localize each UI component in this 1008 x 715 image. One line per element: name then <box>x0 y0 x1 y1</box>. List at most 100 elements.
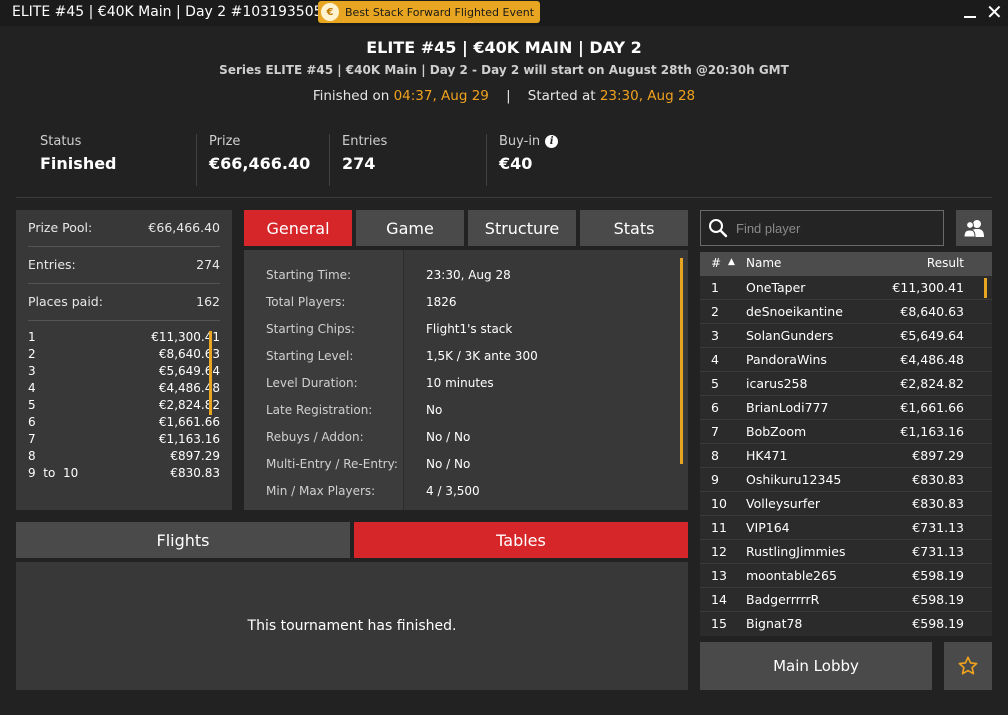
places-paid-value: 162 <box>196 293 220 309</box>
player-name: RustlingJimmies <box>746 544 846 559</box>
prize-pool-label: Prize Pool: <box>28 219 93 235</box>
player-result: €598.19 <box>912 568 964 583</box>
table-row[interactable]: 13 moontable265 €598.19 <box>700 564 992 588</box>
player-result: €731.13 <box>912 544 964 559</box>
table-row[interactable]: 4 PandoraWins €4,486.48 <box>700 348 992 372</box>
table-row[interactable]: 6 BrianLodi777 €1,661.66 <box>700 396 992 420</box>
table-row[interactable]: 15 Bignat78 €598.19 <box>700 612 992 636</box>
table-row[interactable]: 12 RustlingJimmies €731.13 <box>700 540 992 564</box>
player-result: €598.19 <box>912 592 964 607</box>
player-name: BadgerrrrrR <box>746 592 820 607</box>
table-row[interactable]: 3 SolanGunders €5,649.64 <box>700 324 992 348</box>
player-list-scrollbar[interactable] <box>984 278 987 298</box>
users-icon <box>963 220 984 237</box>
tab-general[interactable]: General <box>244 210 352 246</box>
payout-place: 4 <box>28 381 36 395</box>
player-rank: 3 <box>711 328 719 343</box>
coins-icon: € <box>321 3 339 21</box>
minimize-icon[interactable] <box>962 4 978 22</box>
player-name: OneTaper <box>746 280 806 295</box>
column-result[interactable]: Result <box>927 256 964 270</box>
table-row[interactable]: 1 OneTaper €11,300.41 <box>700 276 992 300</box>
player-table-header: # ▲ Name Result <box>700 252 992 276</box>
player-rank: 6 <box>711 400 719 415</box>
search-icon <box>709 219 728 238</box>
player-name: Oshikuru12345 <box>746 472 842 487</box>
divider <box>28 246 220 247</box>
player-name: HK471 <box>746 448 788 463</box>
player-rank: 13 <box>711 568 727 583</box>
info-icon[interactable]: i <box>545 135 559 148</box>
stat-status-label: Status <box>40 134 82 149</box>
table-row[interactable]: 9 Oshikuru12345 €830.83 <box>700 468 992 492</box>
table-row[interactable]: 14 BadgerrrrrR €598.19 <box>700 588 992 612</box>
finished-message: This tournament has finished. <box>247 618 457 634</box>
tab-game[interactable]: Game <box>356 210 464 246</box>
tournament-times: Finished on 04:37, Aug 29 | Started at 2… <box>0 88 1008 104</box>
general-value: 23:30, Aug 28 <box>426 268 511 282</box>
page-title: ELITE #45 | €40K MAIN | DAY 2 <box>366 38 642 57</box>
entries-value: 274 <box>196 256 220 272</box>
places-paid-label: Places paid: <box>28 293 103 309</box>
table-row[interactable]: 7 BobZoom €1,163.16 <box>700 420 992 444</box>
table-row[interactable]: 2 deSnoeikantine €8,640.63 <box>700 300 992 324</box>
payout-row: 5 €2,824.82 <box>28 398 220 415</box>
player-name: BobZoom <box>746 424 807 439</box>
general-value: No <box>426 403 443 417</box>
stat-status-value: Finished <box>40 154 117 173</box>
tables-panel: This tournament has finished. <box>16 562 688 690</box>
player-rank: 2 <box>711 304 719 319</box>
favorite-button[interactable] <box>944 642 992 690</box>
general-scrollbar[interactable] <box>680 258 683 464</box>
player-result: €897.29 <box>912 448 964 463</box>
player-result: €11,300.41 <box>892 280 964 295</box>
finished-time: 04:37, Aug 29 <box>393 88 489 104</box>
general-value: No / No <box>426 430 471 444</box>
sort-ascending-icon[interactable]: ▲ <box>728 257 735 267</box>
tab-flights[interactable]: Flights <box>16 522 350 558</box>
general-value: 1826 <box>426 295 457 309</box>
general-label: Multi-Entry / Re-Entry: <box>266 457 398 471</box>
payout-row: 4 €4,486.48 <box>28 381 220 398</box>
table-row[interactable]: 10 Volleysurfer €830.83 <box>700 492 992 516</box>
table-row[interactable]: 8 HK471 €897.29 <box>700 444 992 468</box>
column-rank[interactable]: # <box>711 256 721 270</box>
player-rank: 1 <box>711 280 719 295</box>
table-row[interactable]: 5 icarus258 €2,824.82 <box>700 372 992 396</box>
tab-structure[interactable]: Structure <box>468 210 576 246</box>
column-name[interactable]: Name <box>746 256 781 270</box>
tab-stats[interactable]: Stats <box>580 210 688 246</box>
close-icon[interactable]: ✕ <box>986 1 1003 23</box>
player-result: €1,163.16 <box>900 424 964 439</box>
general-label: Late Registration: <box>266 403 373 417</box>
tab-tables[interactable]: Tables <box>354 522 688 558</box>
payout-scrollbar[interactable] <box>209 331 212 415</box>
player-result: €830.83 <box>912 496 964 511</box>
player-name: BrianLodi777 <box>746 400 829 415</box>
payout-place: 5 <box>28 398 36 412</box>
find-player-input[interactable] <box>736 212 936 244</box>
stat-entries-value: 274 <box>342 154 376 173</box>
prize-pool-value: €66,466.40 <box>148 219 220 235</box>
player-list: 1 OneTaper €11,300.41 2 deSnoeikantine €8,64… <box>700 276 992 636</box>
window-title: ELITE #45 | €40K Main | Day 2 #103193505… <box>12 4 332 20</box>
table-row[interactable]: 11 VIP164 €731.13 <box>700 516 992 540</box>
payout-row: 9 to 10 €830.83 <box>28 466 220 483</box>
player-name: moontable265 <box>746 568 837 583</box>
friends-button[interactable] <box>956 210 992 246</box>
player-rank: 9 <box>711 472 719 487</box>
player-name: Volleysurfer <box>746 496 821 511</box>
times-divider: | <box>506 88 511 104</box>
finished-label: Finished on <box>312 88 390 104</box>
player-name: SolanGunders <box>746 328 834 343</box>
player-result: €830.83 <box>912 472 964 487</box>
payout-place: 2 <box>28 347 36 361</box>
stat-entries-label: Entries <box>342 134 388 149</box>
stat-prize: Prize €66,466.40 <box>196 134 310 186</box>
divider <box>28 283 220 284</box>
main-lobby-button[interactable]: Main Lobby <box>700 642 932 690</box>
player-result: €598.19 <box>912 616 964 631</box>
payout-row: 1 €11,300.41 <box>28 330 220 347</box>
player-name: Bignat78 <box>746 616 803 631</box>
stat-buyin: Buy-in i €40 <box>486 134 559 186</box>
